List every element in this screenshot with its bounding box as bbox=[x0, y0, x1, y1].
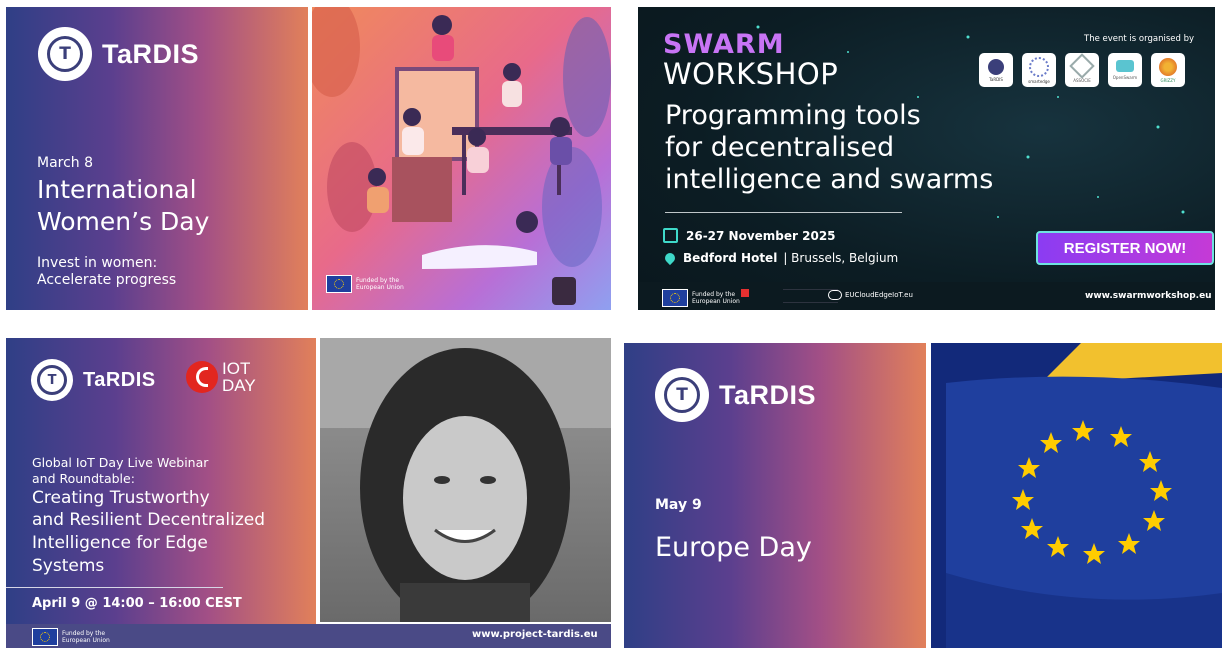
speaker-portrait-svg bbox=[320, 338, 611, 628]
card-swarm-workshop[interactable]: SWARM WORKSHOP The event is organised by… bbox=[638, 7, 1215, 310]
footer-bar: Funded by the European Union EUCloudEdge… bbox=[638, 282, 1215, 310]
eu-funded-badge: Funded by the European Union bbox=[662, 289, 740, 307]
workshop-title-line3: intelligence and swarms bbox=[665, 164, 994, 195]
eu-funded-badge: Funded by the European Union bbox=[32, 628, 112, 646]
footer-bar: Funded by the European Union www.project… bbox=[6, 624, 611, 648]
card-iot-day[interactable]: T TaRDIS IOT DAY Global IoT Day Live Web… bbox=[6, 338, 611, 648]
event-date: May 9 bbox=[655, 497, 702, 513]
org-logo-associe: ASSOCIE bbox=[1065, 53, 1099, 87]
org-logo-grizzy: GRIZZY bbox=[1151, 53, 1185, 87]
event-title-line1: International bbox=[37, 175, 197, 204]
eu-flag-icon bbox=[662, 289, 688, 307]
eu-flag-svg bbox=[946, 343, 1222, 648]
divider-line bbox=[665, 212, 902, 213]
cloud-icon bbox=[828, 290, 842, 300]
iot-day-icon bbox=[186, 361, 218, 393]
org-logo-smartedge: smartedge bbox=[1022, 53, 1056, 87]
tardis-t-icon: T bbox=[664, 377, 700, 413]
webinar-title-line4: Systems bbox=[32, 556, 105, 576]
register-now-button[interactable]: REGISTER NOW! bbox=[1036, 231, 1214, 265]
project-url[interactable]: www.project-tardis.eu bbox=[472, 629, 598, 640]
organised-by-label: The event is organised by bbox=[1084, 34, 1194, 44]
eu-flag-image bbox=[931, 343, 1222, 648]
tardis-t-icon: T bbox=[37, 365, 67, 395]
workshop-label: WORKSHOP bbox=[663, 57, 839, 91]
workshop-title-line2: for decentralised bbox=[665, 132, 895, 163]
tardis-logo: T TaRDIS bbox=[31, 359, 156, 401]
org-logo-openswarm: OpenSwarm bbox=[1108, 53, 1142, 87]
eu-funded-badge: Funded by the European Union bbox=[326, 275, 416, 293]
speaker-photo bbox=[320, 338, 611, 628]
women-illustration: Funded by the European Union bbox=[304, 7, 611, 310]
divider-line bbox=[6, 587, 223, 588]
event-title: Europe Day bbox=[655, 532, 812, 563]
event-subtitle-line1: Invest in women: bbox=[37, 255, 158, 271]
date-row: 26-27 November 2025 bbox=[663, 228, 836, 243]
swarm-label: SWARM bbox=[663, 29, 785, 60]
webinar-title-line1: Creating Trustworthy bbox=[32, 488, 210, 508]
webinar-line1: Global IoT Day Live Webinar bbox=[32, 455, 209, 470]
webinar-title-line3: Intelligence for Edge bbox=[32, 533, 208, 553]
card-womens-day[interactable]: T TaRDIS March 8 International Women’s D… bbox=[6, 7, 611, 310]
iot-day-logo: IOT DAY bbox=[186, 360, 256, 394]
location-pin-icon bbox=[662, 250, 678, 266]
org-logo-tardis: TaRDIS bbox=[979, 53, 1013, 87]
eu-flag-icon bbox=[32, 628, 58, 646]
event-title-line2: Women’s Day bbox=[37, 207, 210, 236]
tardis-logo: T TaRDIS bbox=[38, 27, 199, 81]
eu-flag-icon bbox=[326, 275, 352, 293]
eucloud-logo: EUCloudEdgeIoT.eu bbox=[828, 290, 913, 300]
illustration-svg bbox=[304, 7, 611, 305]
tardis-t-icon: T bbox=[47, 36, 83, 72]
webinar-time: April 9 @ 14:00 – 16:00 CEST bbox=[32, 596, 242, 611]
webinar-line2: and Roundtable: bbox=[32, 471, 135, 486]
tardis-logo: T TaRDIS bbox=[655, 368, 816, 422]
organiser-logos: TaRDIS smartedge ASSOCIE OpenSwarm GRIZZ… bbox=[979, 53, 1185, 87]
event-date: March 8 bbox=[37, 155, 94, 171]
card-europe-day[interactable]: T TaRDIS May 9 Europe Day bbox=[624, 343, 1222, 648]
workshop-url[interactable]: www.swarmworkshop.eu bbox=[1085, 291, 1212, 301]
workshop-title-line1: Programming tools bbox=[665, 100, 921, 131]
venue-row: Bedford Hotel | Brussels, Belgium bbox=[662, 250, 898, 266]
event-subtitle-line2: Accelerate progress bbox=[37, 272, 177, 288]
calendar-icon bbox=[663, 228, 678, 243]
webinar-title-line2: and Resilient Decentralized bbox=[32, 510, 266, 530]
swiss-funded-logo bbox=[741, 289, 749, 297]
